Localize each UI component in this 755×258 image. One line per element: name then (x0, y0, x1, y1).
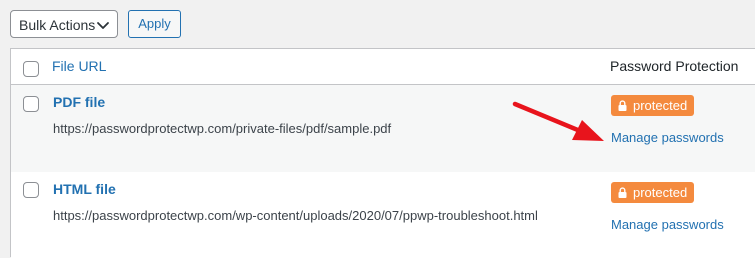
status-badge-label: protected (633, 185, 688, 200)
column-file-url[interactable]: File URL (52, 58, 106, 74)
status-badge-label: protected (633, 98, 688, 113)
status-badge: protected (611, 95, 694, 116)
table-header: File URL Password Protection (11, 49, 755, 85)
manage-passwords-link[interactable]: Manage passwords (611, 130, 724, 145)
lock-icon (618, 100, 627, 111)
file-title-link[interactable]: HTML file (53, 181, 116, 197)
file-title-link[interactable]: PDF file (53, 94, 105, 110)
apply-button[interactable]: Apply (128, 10, 181, 38)
bulk-actions-label: Bulk Actions (19, 17, 96, 33)
bulk-actions-select[interactable]: Bulk Actions (10, 10, 118, 38)
status-badge: protected (611, 182, 694, 203)
file-url: https://passwordprotectwp.com/wp-content… (53, 208, 538, 223)
files-table: File URL Password Protection PDF file ht… (10, 48, 755, 258)
file-url: https://passwordprotectwp.com/private-fi… (53, 121, 392, 136)
row-checkbox[interactable] (23, 182, 39, 198)
table-row: PDF file https://passwordprotectwp.com/p… (11, 85, 755, 172)
select-all-checkbox[interactable] (23, 61, 39, 77)
column-password-protection: Password Protection (610, 58, 739, 74)
table-row: HTML file https://passwordprotectwp.com/… (11, 172, 755, 258)
manage-passwords-link[interactable]: Manage passwords (611, 217, 724, 232)
lock-icon (618, 187, 627, 198)
row-checkbox[interactable] (23, 96, 39, 112)
chevron-down-icon (97, 22, 109, 29)
